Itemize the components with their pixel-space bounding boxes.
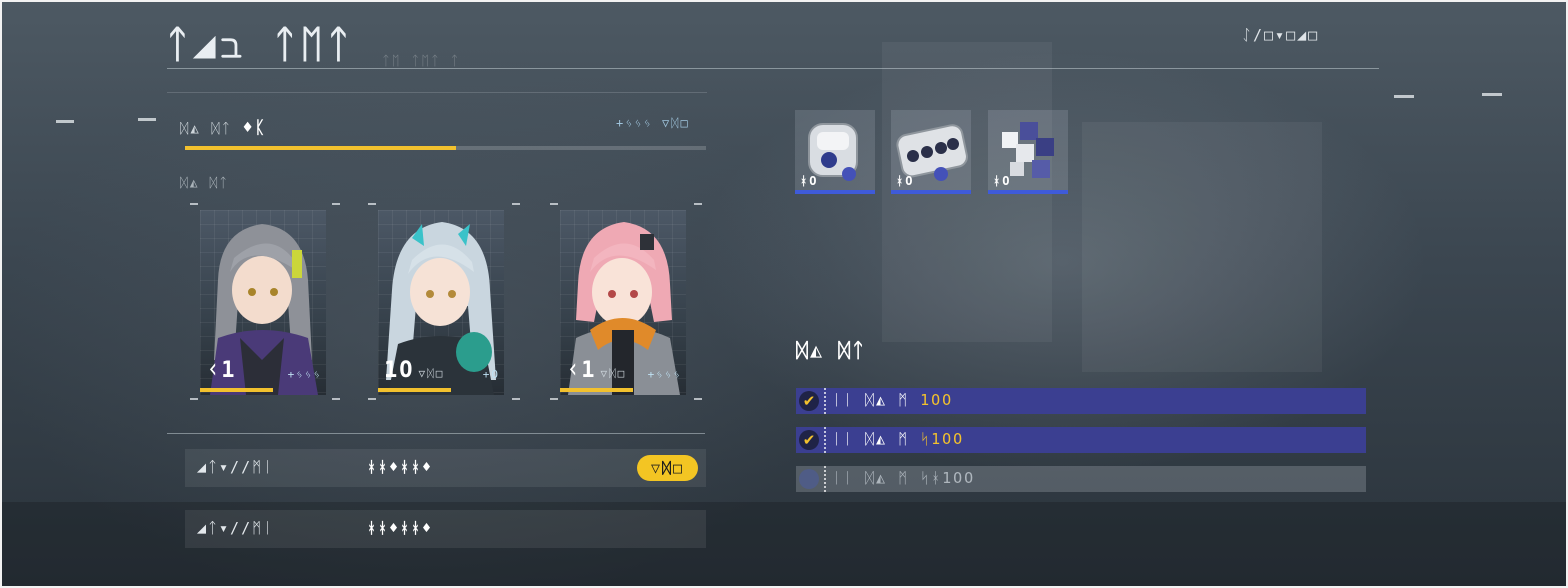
rewards-title: ᛞ◭ ᛞᛏ	[796, 338, 867, 362]
character-exp-bar	[200, 388, 274, 392]
corner-mark	[332, 203, 340, 205]
reward-separator	[824, 388, 826, 414]
training-label: ᛞ◭ ᛞᛏ ♦ᛕ	[180, 118, 267, 138]
page-title: ᛏ◢ℶ ᛏᛖᛏ	[166, 22, 354, 66]
character-card[interactable]: 1O ▽ᛞ□ +O	[378, 210, 504, 395]
corner-mark	[368, 203, 376, 205]
corner-mark	[512, 398, 520, 400]
reward-label: ᛁᛁ ᛞ◭ ᛗ ᛋᚼ1OO	[832, 469, 975, 487]
top-right-info: ᛇ/□▾□◢□	[1242, 26, 1320, 44]
character-level-value: ᚲ1	[566, 358, 597, 383]
corner-mark	[694, 398, 702, 400]
corner-mark	[190, 398, 198, 400]
unchecked-dot-icon: ✔	[799, 469, 819, 489]
corner-mark	[512, 203, 520, 205]
stat-label: ◢ᛏ▾//ᛗᛁ	[197, 519, 275, 537]
training-progress-track	[185, 146, 706, 150]
item-count: ᚼO	[896, 174, 915, 188]
corner-mark	[694, 203, 702, 205]
item-count: ᚼO	[800, 174, 819, 188]
reward-label-text: ᛁᛁ ᛞ◭ ᛗ	[832, 430, 921, 448]
edge-dash	[1394, 95, 1414, 98]
stat-label: ◢ᛏ▾//ᛗᛁ	[197, 458, 275, 476]
corner-mark	[190, 203, 198, 205]
character-exp: +ᛃᛃᛃ	[647, 368, 682, 381]
corner-mark	[332, 398, 340, 400]
training-label-text: ᛞ◭ ᛞᛏ	[180, 121, 233, 137]
edge-dash	[138, 118, 156, 121]
character-card[interactable]: ᚲ1 ▽ᛞ□ +ᛃᛃᛃ	[560, 210, 686, 395]
character-exp: +O	[482, 368, 500, 381]
reward-row[interactable]: ✔ ᛁᛁ ᛞ◭ ᛗ ᛋ1OO	[796, 427, 1366, 453]
character-level-sub: ▽ᛞ□	[600, 367, 627, 380]
character-exp-bar	[378, 388, 452, 392]
character-level: 1O ▽ᛞ□	[384, 358, 444, 383]
character-level: ᚲ1 ▽ᛞ□	[566, 358, 626, 383]
check-icon: ✔	[799, 391, 819, 411]
corner-mark	[550, 398, 558, 400]
item-rarity-bar	[891, 190, 971, 194]
game-screen: ᛏ◢ℶ ᛏᛖᛏ ᛏᛖ ᛏᛖᛏ ᛏ ᛇ/□▾□◢□ ᛞ◭ ᛞᛏ ♦ᛕ +ᛃᛃᛃ ▽…	[0, 0, 1568, 588]
training-progress-fill	[185, 146, 456, 150]
edge-dash	[1482, 93, 1502, 96]
panel-divider	[167, 433, 705, 434]
reward-label: ᛁᛁ ᛞ◭ ᛗ 1OO	[832, 391, 953, 409]
reward-target: ᛋ1OO	[920, 430, 965, 448]
squad-label: ᛞ◭ ᛞᛏ	[180, 176, 230, 191]
item-rarity-bar	[988, 190, 1068, 194]
character-exp-bar	[560, 388, 634, 392]
character-exp: +ᛃᛃᛃ	[287, 368, 322, 381]
item-count: ᚼO	[993, 174, 1012, 188]
reward-row[interactable]: ✔ ᛁᛁ ᛞ◭ ᛗ 1OO	[796, 388, 1366, 414]
reward-target: ᛋᚼ1OO	[920, 469, 976, 487]
page-title-echo: ᛏᛖ ᛏᛖᛏ ᛏ	[382, 54, 461, 69]
header-divider	[167, 68, 1379, 69]
stat-row: ◢ᛏ▾//ᛗᛁ ᚼᚼ♦ᚼᚼ♦	[185, 510, 706, 548]
header-subdivider	[167, 92, 707, 93]
corner-mark	[550, 203, 558, 205]
item-rarity-bar	[795, 190, 875, 194]
stat-action-button[interactable]: ▽ᛞ□	[636, 455, 698, 481]
check-icon: ✔	[799, 430, 819, 450]
stat-value: ᚼᚼ♦ᚼᚼ♦	[367, 458, 434, 476]
reward-target: 1OO	[920, 391, 954, 409]
corner-mark	[368, 398, 376, 400]
character-card[interactable]: ᚲ1 +ᛃᛃᛃ	[200, 210, 326, 395]
reward-separator	[824, 466, 826, 492]
character-level-value: 1O	[384, 358, 415, 383]
item-slot-capsule[interactable]: ᚼO	[795, 110, 875, 194]
item-slot-data-cubes[interactable]: ᚼO	[988, 110, 1068, 194]
stat-row: ◢ᛏ▾//ᛗᛁ ᚼᚼ♦ᚼᚼ♦ ▽ᛞ□	[185, 449, 706, 487]
reward-label-text: ᛁᛁ ᛞ◭ ᛗ	[832, 469, 921, 487]
character-level: ᚲ1	[206, 358, 237, 383]
reward-label-text: ᛁᛁ ᛞ◭ ᛗ	[832, 391, 921, 409]
training-exp-text: +ᛃᛃᛃ ▽ᛞ□	[616, 116, 690, 130]
reward-separator	[824, 427, 826, 453]
stat-value: ᚼᚼ♦ᚼᚼ♦	[367, 519, 434, 537]
character-level-sub: ▽ᛞ□	[418, 367, 445, 380]
training-label-accent: ♦ᛕ	[242, 118, 267, 138]
edge-dash	[56, 120, 74, 123]
reward-row[interactable]: ✔ ᛁᛁ ᛞ◭ ᛗ ᛋᚼ1OO	[796, 466, 1366, 492]
reward-label: ᛁᛁ ᛞ◭ ᛗ ᛋ1OO	[832, 430, 964, 448]
item-slot-chip-tray[interactable]: ᚼO	[891, 110, 971, 194]
background-block	[1082, 122, 1322, 372]
